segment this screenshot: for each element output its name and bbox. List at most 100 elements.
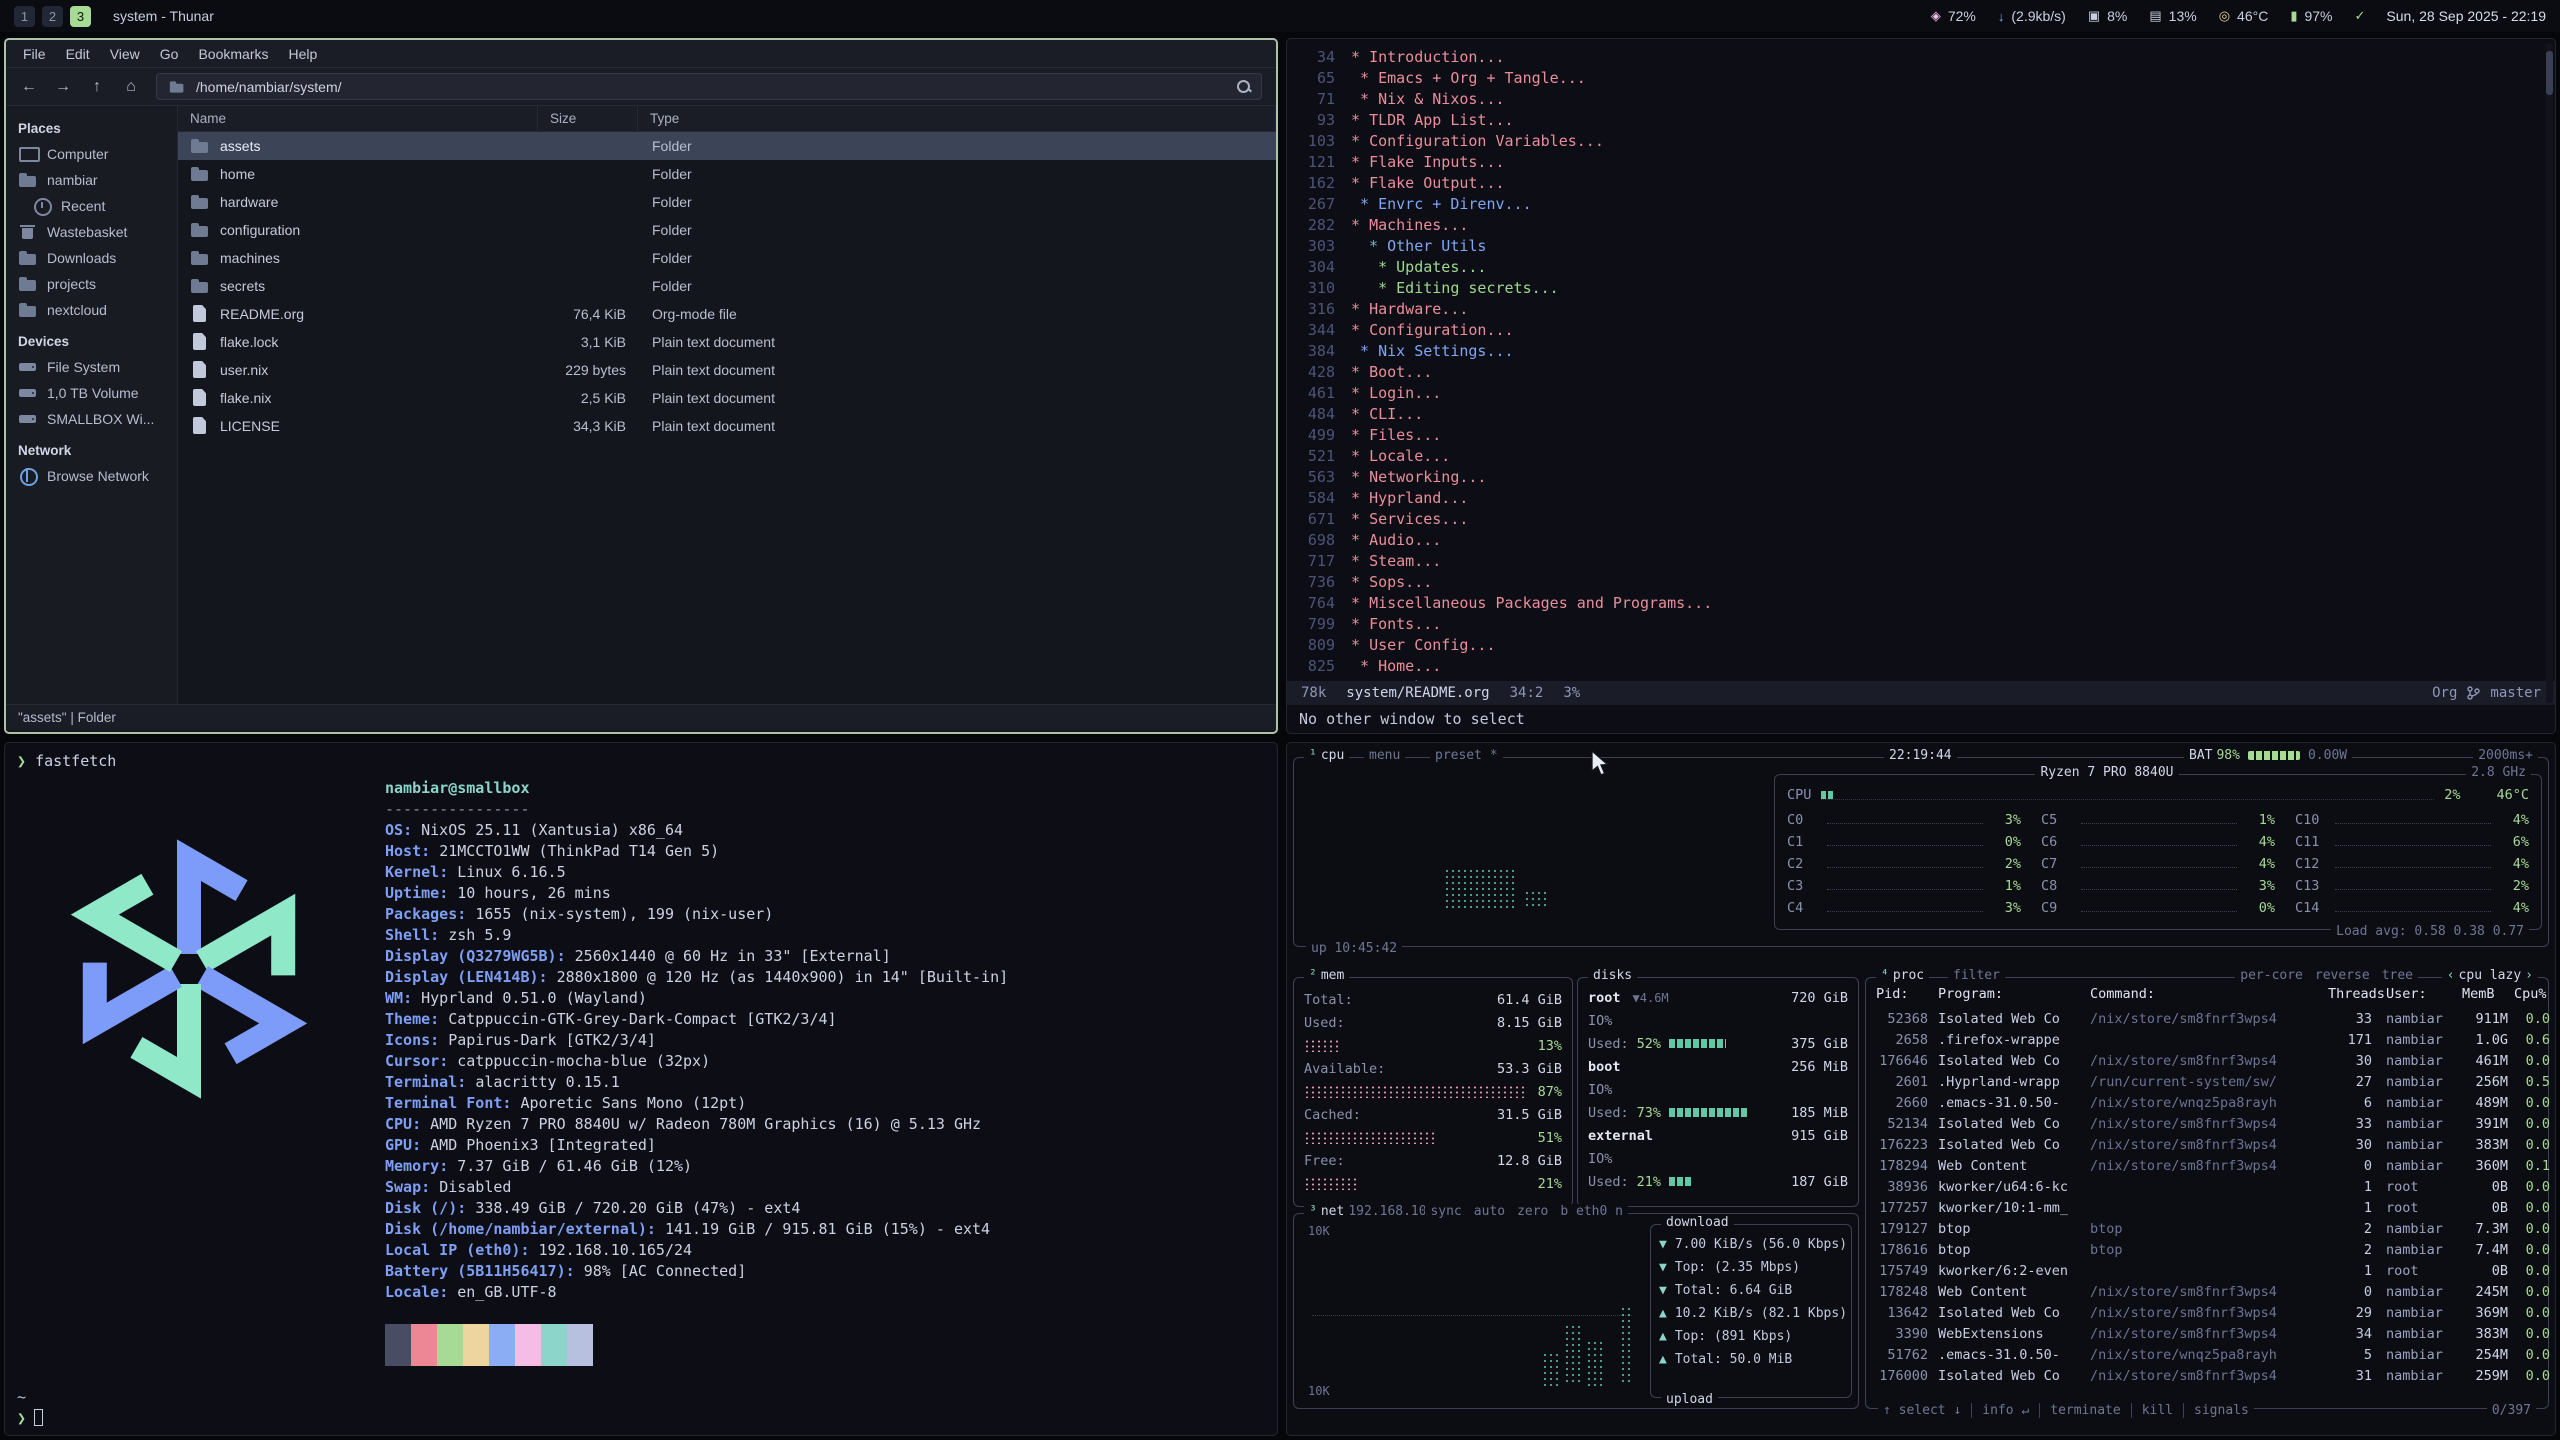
file-row[interactable]: user.nix 229 bytes Plain text document — [178, 356, 1276, 384]
org-heading-line[interactable]: 671 Services... — [1293, 508, 2555, 529]
org-heading-line[interactable]: 71 Nix & Nixos... — [1293, 88, 2555, 109]
emacs-buffer[interactable]: 34 Introduction... 65 Emacs + Org + Tang… — [1287, 39, 2555, 681]
sidebar-item[interactable]: Browse Network — [6, 463, 177, 489]
proc-footer-action[interactable]: ↑ select ↓ — [1883, 1403, 1961, 1418]
org-heading-line[interactable]: 563 Networking... — [1293, 466, 2555, 487]
file-row[interactable]: assets Folder — [178, 132, 1276, 160]
proc-footer-action[interactable]: info ↵ — [1971, 1403, 2029, 1418]
org-heading-line[interactable]: 103 Configuration Variables... — [1293, 130, 2555, 151]
proc-option[interactable]: reverse — [2315, 968, 2370, 983]
org-heading-line[interactable]: 304 Updates... — [1293, 256, 2555, 277]
proc-column-header[interactable]: MemB — [2462, 986, 2514, 1008]
process-row[interactable]: 2660 .emacs-31.0.50- /nix/store/wnqz5pa8… — [1876, 1092, 2538, 1113]
proc-footer-action[interactable]: terminate — [2039, 1403, 2120, 1418]
workspace-button[interactable]: 2 — [42, 6, 63, 27]
file-row[interactable]: flake.nix 2,5 KiB Plain text document — [178, 384, 1276, 412]
process-row[interactable]: 51762 .emacs-31.0.50- /nix/store/wnqz5pa… — [1876, 1344, 2538, 1365]
proc-option[interactable]: tree — [2382, 968, 2413, 983]
process-row[interactable]: 178616 btop btop 2 nambiar 7.4M 0.0 — [1876, 1239, 2538, 1260]
file-row[interactable]: secrets Folder — [178, 272, 1276, 300]
up-button[interactable]: ↑ — [82, 73, 112, 101]
org-heading-line[interactable]: 93 TLDR App List... — [1293, 109, 2555, 130]
net-option[interactable]: zero — [1517, 1204, 1548, 1219]
menu-item[interactable]: Bookmarks — [189, 43, 277, 65]
org-heading-line[interactable]: 428 Boot... — [1293, 361, 2555, 382]
org-heading-line[interactable]: 717 Steam... — [1293, 550, 2555, 571]
org-heading-line[interactable]: 736 Sops... — [1293, 571, 2555, 592]
net-option[interactable]: sync — [1430, 1204, 1461, 1219]
proc-column-header[interactable]: User: — [2386, 986, 2462, 1008]
menu-item[interactable]: View — [101, 43, 149, 65]
file-row[interactable]: flake.lock 3,1 KiB Plain text document — [178, 328, 1276, 356]
sidebar-item[interactable]: SMALLBOX Wi... — [6, 406, 177, 432]
emacs-scrollbar[interactable] — [2546, 43, 2553, 703]
process-row[interactable]: 52134 Isolated Web Co /nix/store/sm8fnrf… — [1876, 1113, 2538, 1134]
search-icon[interactable] — [1236, 79, 1251, 94]
process-row[interactable]: 176646 Isolated Web Co /nix/store/sm8fnr… — [1876, 1050, 2538, 1071]
org-heading-line[interactable]: 799 Fonts... — [1293, 613, 2555, 634]
filter-button[interactable]: filter — [1948, 968, 2005, 983]
org-heading-line[interactable]: 162 Flake Output... — [1293, 172, 2555, 193]
org-heading-line[interactable]: 34 Introduction... — [1293, 46, 2555, 67]
file-row[interactable]: hardware Folder — [178, 188, 1276, 216]
sidebar-item[interactable]: Computer — [6, 141, 177, 167]
org-heading-line[interactable]: 499 Files... — [1293, 424, 2555, 445]
terminal-window[interactable]: ❯ fastfetch nambiar@smallbox — [4, 742, 1278, 1436]
menu-item[interactable]: Help — [280, 43, 327, 65]
sidebar-item[interactable]: Downloads — [6, 245, 177, 271]
org-heading-line[interactable]: 521 Locale... — [1293, 445, 2555, 466]
org-heading-line[interactable]: 809 User Config... — [1293, 634, 2555, 655]
file-row[interactable]: LICENSE 34,3 KiB Plain text document — [178, 412, 1276, 440]
column-header[interactable]: Name — [178, 106, 538, 131]
org-heading-line[interactable]: 65 Emacs + Org + Tangle... — [1293, 67, 2555, 88]
proc-column-header[interactable]: Cpu% — [2514, 986, 2550, 1008]
proc-option[interactable]: per-core — [2240, 968, 2303, 983]
sidebar-item[interactable]: nambiar — [6, 167, 177, 193]
proc-column-header[interactable]: Threads: — [2328, 986, 2386, 1008]
sort-selector[interactable]: cpu lazy — [2442, 968, 2538, 983]
org-heading-line[interactable]: 825 Home... — [1293, 655, 2555, 676]
process-row[interactable]: 52368 Isolated Web Co /nix/store/sm8fnrf… — [1876, 1008, 2538, 1029]
file-row[interactable]: home Folder — [178, 160, 1276, 188]
column-header[interactable]: Size — [538, 106, 638, 131]
file-row[interactable]: machines Folder — [178, 244, 1276, 272]
process-row[interactable]: 2658 .firefox-wrappe 171 nambiar 1.0G 0.… — [1876, 1029, 2538, 1050]
org-heading-line[interactable]: 461 Login... — [1293, 382, 2555, 403]
workspace-button[interactable]: 1 — [14, 6, 35, 27]
process-row[interactable]: 176000 Isolated Web Co /nix/store/sm8fnr… — [1876, 1365, 2538, 1386]
proc-footer-action[interactable]: kill — [2131, 1403, 2173, 1418]
file-row[interactable]: configuration Folder — [178, 216, 1276, 244]
org-heading-line[interactable]: 484 CLI... — [1293, 403, 2555, 424]
process-row[interactable]: 176223 Isolated Web Co /nix/store/sm8fnr… — [1876, 1134, 2538, 1155]
process-row[interactable]: 178248 Web Content /nix/store/sm8fnrf3wp… — [1876, 1281, 2538, 1302]
sidebar-item[interactable]: Wastebasket — [6, 219, 177, 245]
org-heading-line[interactable]: 121 Flake Inputs... — [1293, 151, 2555, 172]
proc-column-header[interactable]: Program: — [1938, 986, 2090, 1008]
file-row[interactable]: README.org 76,4 KiB Org-mode file — [178, 300, 1276, 328]
process-row[interactable]: 175749 kworker/6:2-even 1 root 0B 0.0 — [1876, 1260, 2538, 1281]
org-heading-line[interactable]: 303 Other Utils — [1293, 235, 2555, 256]
org-heading-line[interactable]: 316 Hardware... — [1293, 298, 2555, 319]
sidebar-item[interactable]: Devices — [6, 328, 177, 354]
process-row[interactable]: 178294 Web Content /nix/store/sm8fnrf3wp… — [1876, 1155, 2538, 1176]
preset-button[interactable]: preset * — [1430, 748, 1503, 763]
sidebar-item[interactable]: Places — [6, 115, 177, 141]
workspace-button[interactable]: 3 — [70, 6, 91, 27]
process-row[interactable]: 38936 kworker/u64:6-kc 1 root 0B 0.0 — [1876, 1176, 2538, 1197]
org-heading-line[interactable]: 584 Hyprland... — [1293, 487, 2555, 508]
proc-footer-action[interactable]: signals — [2183, 1403, 2249, 1418]
process-row[interactable]: 177257 kworker/10:1-mm_ 1 root 0B 0.0 — [1876, 1197, 2538, 1218]
org-heading-line[interactable]: 310 Editing secrets... — [1293, 277, 2555, 298]
process-row[interactable]: 179127 btop btop 2 nambiar 7.3M 0.0 — [1876, 1218, 2538, 1239]
proc-column-header[interactable]: Pid: — [1876, 986, 1938, 1008]
org-heading-line[interactable]: 698 Audio... — [1293, 529, 2555, 550]
net-option[interactable]: auto — [1474, 1204, 1505, 1219]
org-heading-line[interactable]: 764 Miscellaneous Packages and Programs.… — [1293, 592, 2555, 613]
column-header[interactable]: Type — [638, 106, 1276, 131]
sidebar-item[interactable]: Recent — [6, 193, 177, 219]
forward-button[interactable]: → — [48, 73, 78, 101]
home-button[interactable]: ⌂ — [116, 73, 146, 101]
sidebar-item[interactable]: projects — [6, 271, 177, 297]
sidebar-item[interactable]: 1,0 TB Volume — [6, 380, 177, 406]
net-option[interactable]: b eth0 n — [1560, 1204, 1623, 1219]
